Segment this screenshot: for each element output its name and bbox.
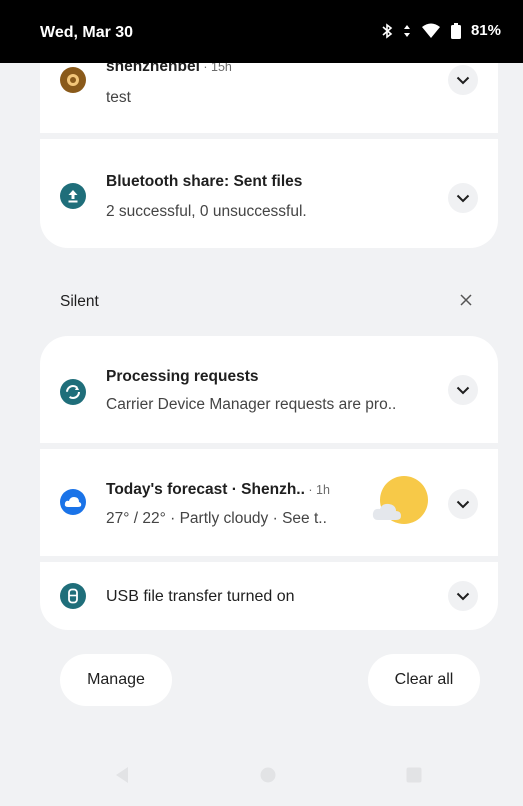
- navigation-bar: [0, 746, 523, 806]
- notification-title: USB file transfer turned on: [106, 588, 295, 605]
- notification-title: Today's forecast · Shenzh.. · 1h: [106, 481, 330, 498]
- data-arrows-icon: [403, 24, 411, 38]
- battery-percent: 81%: [470, 22, 501, 39]
- chevron-down-icon: [456, 76, 470, 84]
- clear-all-button[interactable]: Clear all: [368, 654, 480, 706]
- notification-usb-transfer[interactable]: USB file transfer turned on: [40, 562, 498, 630]
- notification-group-top: shenzhenbei · 15h test Bluetooth share: …: [40, 40, 498, 248]
- status-icons: 81%: [381, 22, 501, 39]
- expand-button[interactable]: [448, 375, 478, 405]
- section-label-silent: Silent: [60, 293, 99, 310]
- battery-icon: [450, 22, 461, 39]
- weather-cloud-icon: [60, 489, 86, 515]
- usb-icon: [60, 583, 86, 609]
- notification-title: Bluetooth share: Sent files: [106, 173, 303, 190]
- close-icon[interactable]: [456, 290, 476, 310]
- notification-group-silent: Processing requests Carrier Device Manag…: [40, 336, 498, 630]
- status-bar: Wed, Mar 30 81%: [0, 0, 523, 63]
- notification-body: test: [106, 89, 131, 106]
- sync-icon: [60, 379, 86, 405]
- notification-body: 2 successful, 0 unsuccessful.: [106, 203, 307, 220]
- bluetooth-icon: [381, 22, 393, 39]
- manage-button[interactable]: Manage: [60, 654, 172, 706]
- chevron-down-icon: [456, 592, 470, 600]
- partly-cloudy-icon: [370, 474, 430, 530]
- expand-button[interactable]: [448, 489, 478, 519]
- notification-title: Processing requests: [106, 368, 259, 385]
- wifi-icon: [421, 23, 441, 39]
- chevron-down-icon: [456, 500, 470, 508]
- shenzhenbei-app-icon: [60, 67, 86, 93]
- chevron-down-icon: [456, 194, 470, 202]
- notification-weather-forecast[interactable]: Today's forecast · Shenzh.. · 1h 27° / 2…: [40, 449, 498, 556]
- upload-icon: [60, 183, 86, 209]
- notification-body: 27° / 22° · Partly cloudy · See t..: [106, 510, 327, 527]
- notification-processing-requests[interactable]: Processing requests Carrier Device Manag…: [40, 336, 498, 443]
- back-icon[interactable]: [114, 766, 130, 789]
- home-icon[interactable]: [260, 767, 276, 788]
- expand-button[interactable]: [448, 65, 478, 95]
- expand-button[interactable]: [448, 581, 478, 611]
- status-date: Wed, Mar 30: [40, 24, 134, 41]
- recents-icon[interactable]: [406, 767, 422, 788]
- notification-body: Carrier Device Manager requests are pro.…: [106, 396, 397, 413]
- notification-bluetooth-share[interactable]: Bluetooth share: Sent files 2 successful…: [40, 139, 498, 248]
- notification-time: · 1h: [304, 483, 330, 497]
- expand-button[interactable]: [448, 183, 478, 213]
- chevron-down-icon: [456, 386, 470, 394]
